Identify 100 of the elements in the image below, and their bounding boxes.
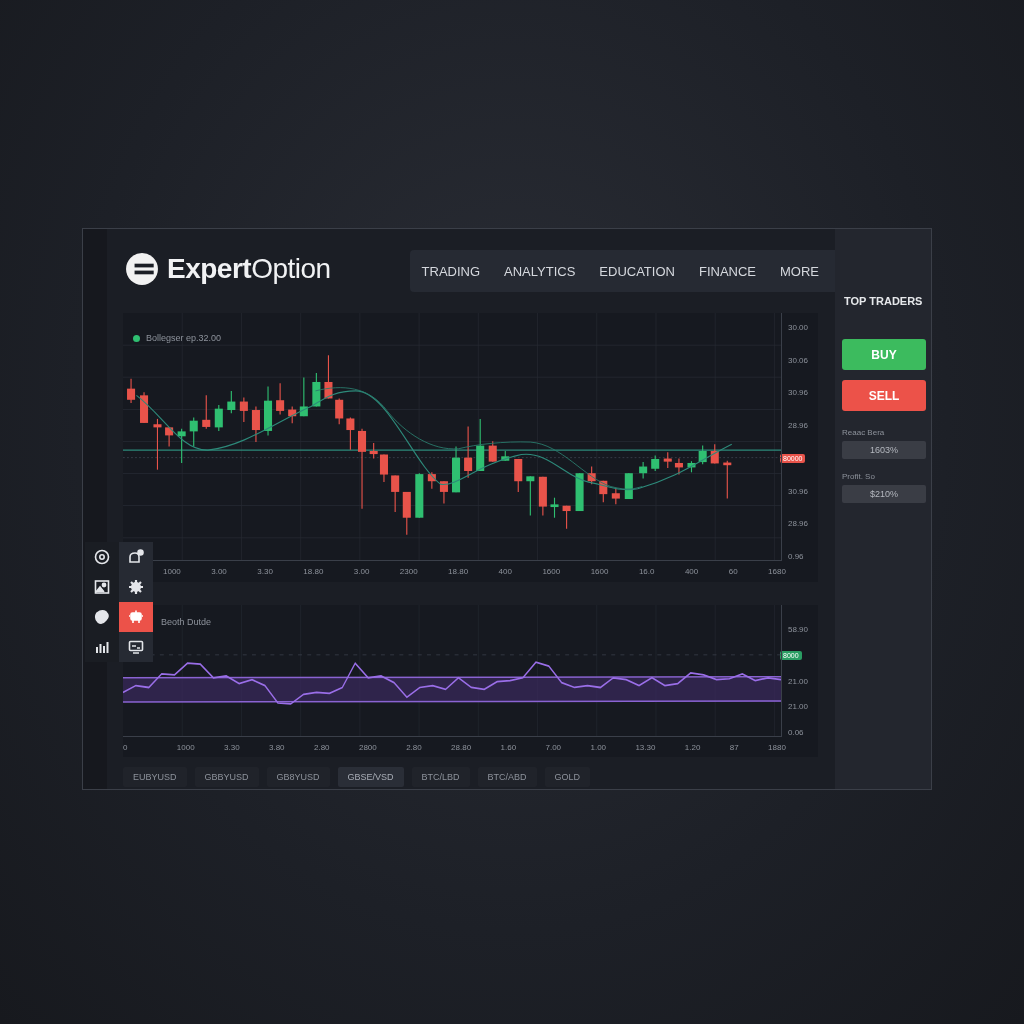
nav-tab[interactable]: MORE [780,263,819,279]
image-icon [94,579,110,595]
axis-label: 1.00 [590,742,607,752]
candle [239,397,248,423]
axis-label: 1.20 [684,742,701,752]
candle [251,405,260,443]
blob-icon [94,609,110,625]
screen-tool[interactable] [119,632,153,662]
candle [674,457,683,476]
axis-label: 2.80 [406,742,422,752]
candle [575,472,584,512]
candle [402,491,411,536]
panel-title: TOP TRADERS [844,295,924,307]
stat-field: $210% [842,485,926,503]
axis-label: 1600 [590,567,609,576]
candle [488,440,497,463]
asset-tab[interactable]: BTC/ABD [477,767,537,787]
axis-label: 2800 [358,742,377,752]
axis-label: 58.90 [788,625,809,634]
axis-label: 18.80 [303,567,324,576]
gear-icon [128,579,144,595]
candle [427,471,436,490]
candle [687,460,696,473]
axis-label: 16.0 [638,567,655,576]
candle [202,394,211,430]
screen-icon [128,639,144,655]
candle [439,480,448,505]
sell-button[interactable]: SELL [842,380,926,411]
candle [189,417,198,448]
axis-label: 3.80 [269,742,285,752]
candle [476,418,485,472]
candle [723,460,732,500]
nav-tab[interactable]: ANALYTICS [504,263,576,279]
candle [526,475,535,517]
axis-label: 400 [684,567,699,576]
candle [177,428,186,464]
axis-label: 28.96 [788,421,809,431]
candle [312,372,321,407]
candle [651,454,660,472]
asset-tab[interactable]: EUBYUSD [123,767,187,787]
brand-name: ExpertOption [167,253,331,285]
axis-label: 21.00 [788,702,809,712]
candle [415,472,424,519]
logo-icon [125,252,159,286]
legend-label: Beoth Dutde [161,617,212,627]
axis-label: 1600 [542,567,561,576]
legend-label: Bollegser ep.32.00 [146,333,222,343]
asset-tab[interactable]: GBSE/VSD [337,767,404,787]
axis-label: 1000 [176,742,195,752]
candle [288,405,297,424]
candle [464,425,473,479]
candle [501,450,510,462]
nav-tab[interactable]: EDUCATION [599,263,675,279]
candle [153,418,162,471]
axis-label: 28.80 [451,742,472,752]
axis-label: 2.80 [313,742,330,752]
axis-label: 7.00 [545,742,562,752]
candle [624,472,633,500]
axis-label: 1.60 [500,742,517,752]
asset-tab[interactable]: GOLD [544,767,591,787]
nav-tab[interactable]: TRADING [421,263,481,279]
axis-label: 0.96 [788,551,804,561]
asset-tab[interactable]: BTC/LBD [411,767,470,787]
axis-label: 3.00 [211,567,227,576]
candle [538,476,547,517]
axis-label: 60 [728,567,738,576]
stat-field: 1603% [842,441,926,459]
axis-label: 30.96 [788,388,809,398]
asset-tab[interactable]: GB8YUSD [266,767,330,787]
axis-label: 1680 [768,567,786,576]
candle [346,417,355,451]
axis-label: 0 [123,742,128,752]
axis-label: 87 [729,742,739,752]
candle [639,461,648,480]
candle [599,480,608,503]
axis-label: 13.30 [635,742,656,752]
axis-label: 400 [498,567,512,576]
target-icon [94,549,110,565]
candle [276,382,285,416]
asset-tab[interactable]: GBBYUSD [194,767,259,787]
axis-label: 1000 [163,567,181,576]
candle [299,376,308,417]
robot-tool[interactable] [119,602,153,632]
axis-label: 30.06 [788,355,809,365]
candle [514,458,523,493]
nav-tab[interactable]: FINANCE [698,263,756,279]
candle [550,497,559,519]
candle [227,390,236,414]
axis-label: 30.00 [788,323,809,332]
bar-chart-icon [94,639,110,655]
candle [140,391,149,424]
axis-label: 3.00 [353,567,370,576]
candle [165,426,174,448]
stat-label: Profit. So [842,472,876,481]
gear-tool[interactable] [119,572,153,602]
axis-label: 0.06 [788,728,804,737]
axis-label: 3.30 [257,567,273,576]
candle [214,404,223,432]
bell-tool[interactable] [119,542,153,572]
candle [587,466,596,485]
